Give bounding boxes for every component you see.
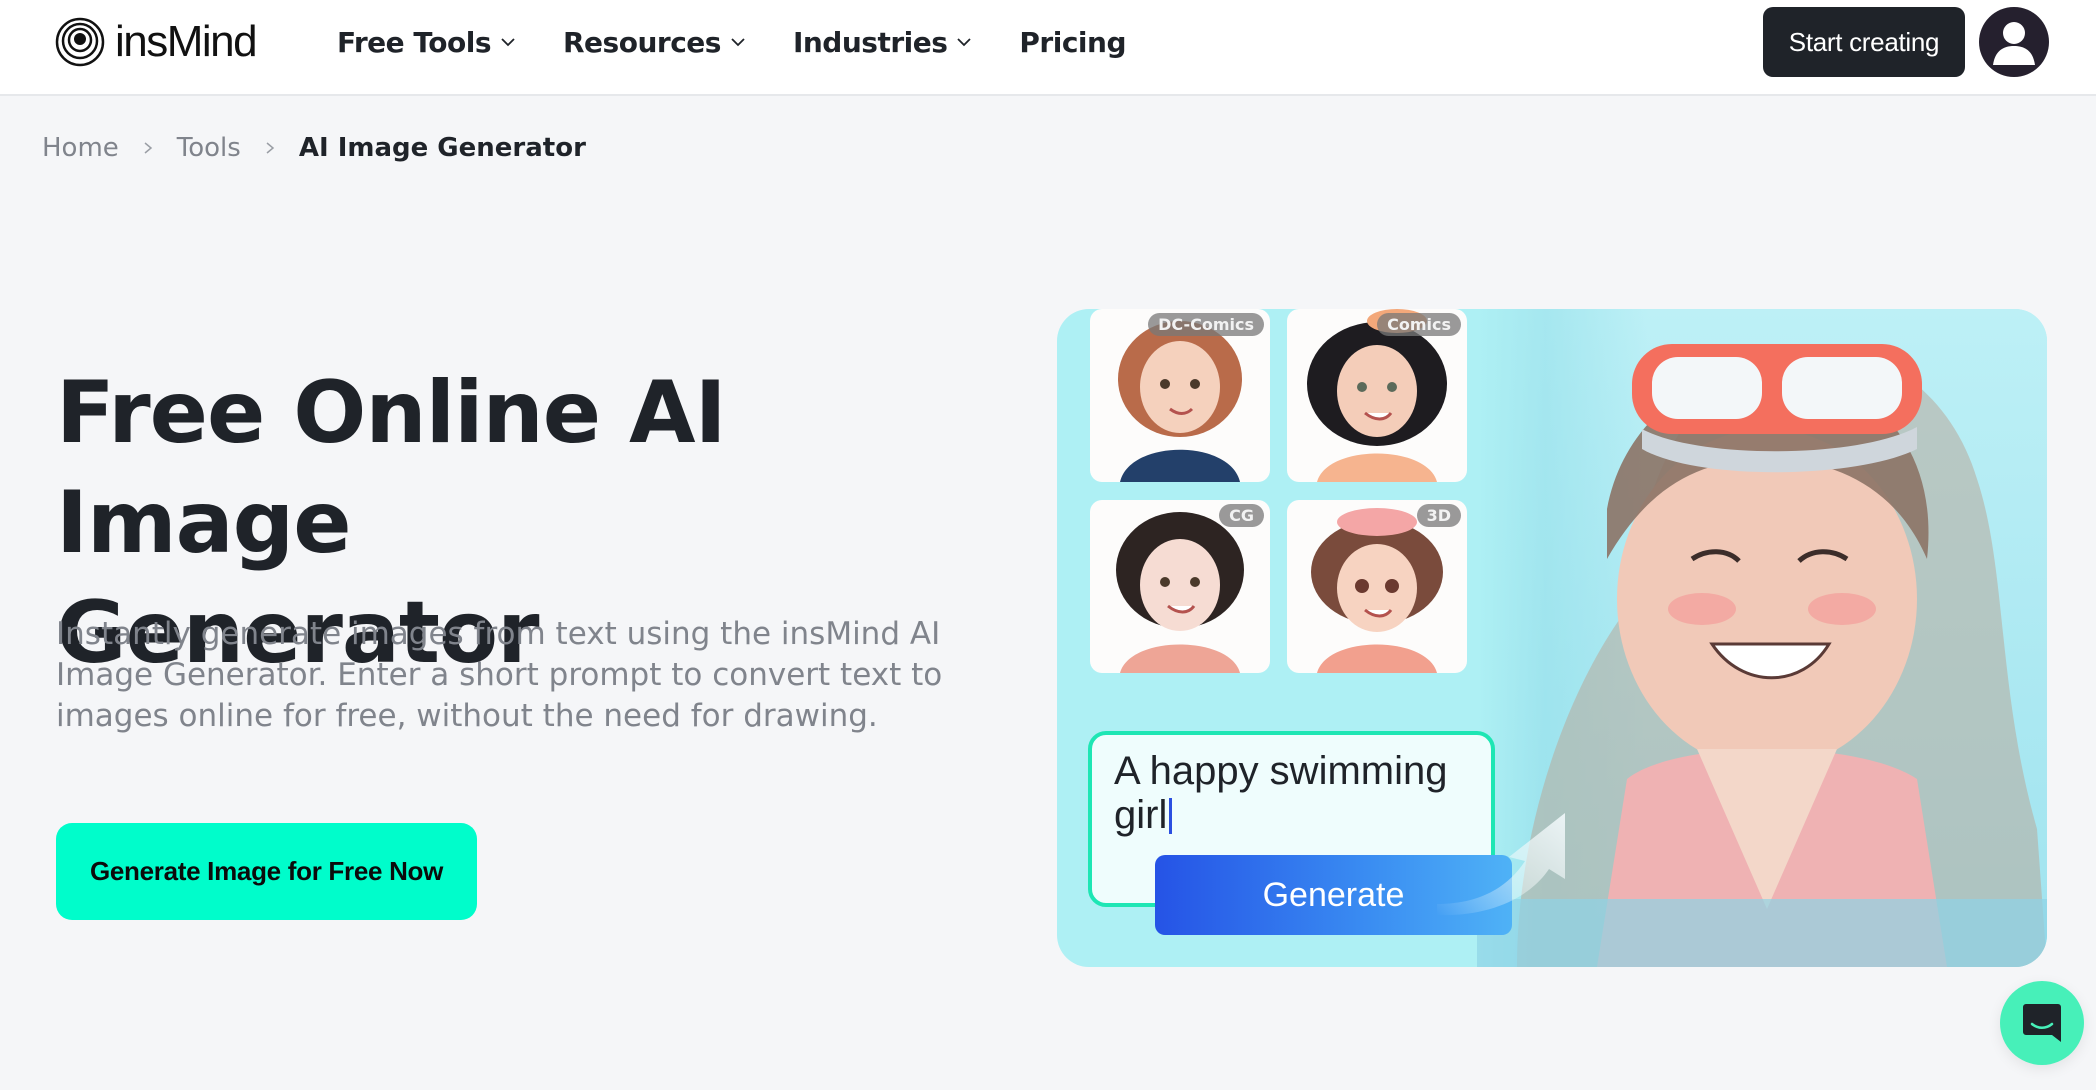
- chevron-right-icon: [266, 142, 275, 154]
- style-thumb-comics[interactable]: Comics: [1287, 309, 1467, 482]
- user-avatar[interactable]: [1979, 7, 2049, 77]
- main-nav: Free Tools Resources Industries Pricing: [337, 20, 1172, 64]
- style-thumb-cg[interactable]: CG: [1090, 500, 1270, 673]
- nav-pricing[interactable]: Pricing: [1019, 26, 1126, 59]
- site-header: insMind Free Tools Resources Industries …: [0, 0, 2096, 96]
- breadcrumb: Home Tools AI Image Generator: [42, 128, 586, 168]
- text-caret: [1169, 798, 1173, 834]
- breadcrumb-home[interactable]: Home: [42, 133, 119, 163]
- breadcrumb-current: AI Image Generator: [298, 133, 586, 163]
- nav-free-tools-label: Free Tools: [337, 25, 492, 59]
- style-tag: 3D: [1416, 504, 1461, 527]
- style-tag: Comics: [1377, 313, 1461, 336]
- chevron-down-icon: [731, 38, 745, 47]
- prompt-value: A happy swimming girl: [1114, 749, 1448, 837]
- style-thumb-dc-comics[interactable]: DC-Comics: [1090, 309, 1270, 482]
- chat-widget-button[interactable]: [2000, 981, 2084, 1065]
- nav-industries-label: Industries: [792, 25, 948, 59]
- start-creating-button[interactable]: Start creating: [1763, 7, 1965, 77]
- chat-bubble-icon: [2023, 1004, 2061, 1042]
- insmind-logo-icon: [55, 17, 105, 67]
- nav-resources-label: Resources: [563, 25, 721, 59]
- nav-industries[interactable]: Industries: [793, 26, 973, 59]
- nav-resources[interactable]: Resources: [563, 26, 747, 59]
- curved-arrow-icon: [1437, 813, 1565, 916]
- nav-pricing-label: Pricing: [1019, 25, 1127, 59]
- chevron-down-icon: [957, 38, 972, 47]
- style-thumb-3d[interactable]: 3D: [1287, 500, 1467, 673]
- breadcrumb-tools[interactable]: Tools: [177, 133, 241, 163]
- style-tag: DC-Comics: [1148, 313, 1264, 336]
- prompt-text: A happy swimming girl: [1114, 749, 1484, 837]
- hero-description: Instantly generate images from text usin…: [56, 616, 943, 734]
- generate-free-cta-button[interactable]: Generate Image for Free Now: [56, 823, 477, 920]
- page-title-line-1: Free Online AI Image: [56, 363, 727, 573]
- nav-free-tools[interactable]: Free Tools: [337, 26, 517, 59]
- logo[interactable]: insMind: [55, 16, 258, 68]
- chevron-right-icon: [144, 142, 152, 154]
- user-avatar-icon: [1993, 22, 2035, 65]
- chevron-down-icon: [501, 38, 515, 47]
- showcase-panel: DC-Comics Comics CG 3D A happy swimming …: [1057, 309, 2047, 967]
- style-tag: CG: [1219, 504, 1264, 527]
- logo-text: insMind: [115, 17, 258, 66]
